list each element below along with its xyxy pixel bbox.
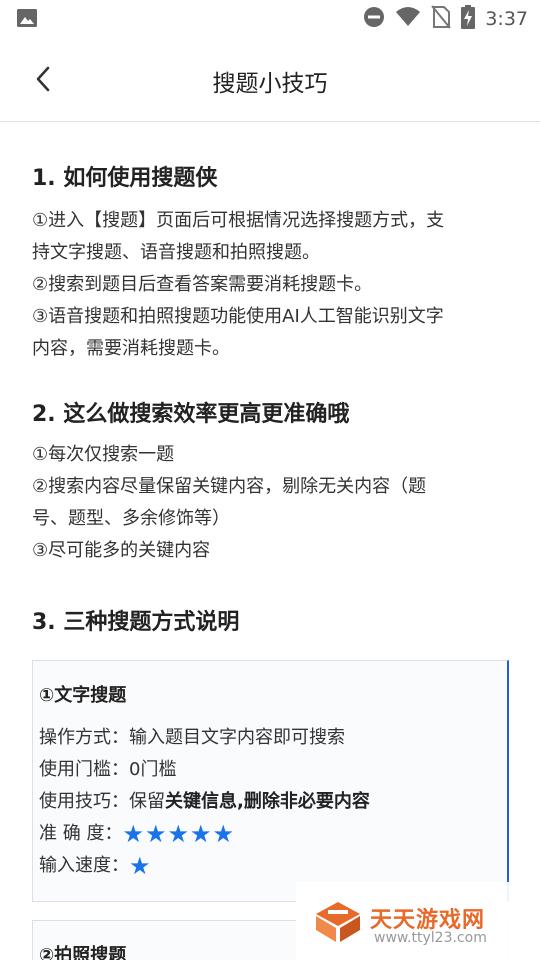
star-rating-icon: ★ — [129, 852, 152, 880]
text-line: ①每次仅搜索一题 — [32, 444, 175, 465]
page-title: 搜题小技巧 — [212, 71, 328, 97]
text-line: ①进入【搜题】页面后可根据情况选择搜题方式，支 — [32, 210, 445, 231]
watermark-url: www.ttyl23.com — [374, 930, 487, 946]
row-value-plain: 保留 — [129, 791, 165, 812]
row-key: 使用技巧： — [39, 791, 129, 812]
text-line: ③尽可能多的关键内容 — [32, 540, 211, 561]
card-row-threshold: 使用门槛：0门槛 — [39, 755, 176, 785]
section-usage-text: ①进入【搜题】页面后可根据情况选择搜题方式，支 持文字搜题、语音搜题和拍照搜题。… — [32, 205, 512, 365]
section-title-efficiency: 2. 这么做搜索效率更高更准确哦 — [32, 402, 350, 427]
row-key: 操作方式： — [39, 727, 129, 748]
card-title: ②拍照搜题 — [39, 945, 127, 960]
wifi-icon — [395, 6, 421, 32]
text-line: 号、题型、多余修饰等） — [32, 508, 230, 529]
card-row-tips: 使用技巧：保留关键信息,删除非必要内容 — [39, 787, 370, 817]
section-title-methods: 3. 三种搜题方式说明 — [32, 610, 240, 635]
card-title: ①文字搜题 — [39, 685, 127, 706]
card-row-accuracy: 准 确 度：★★★★★ — [39, 819, 235, 849]
text-search-card: ①文字搜题 操作方式：输入题目文字内容即可搜索 使用门槛：0门槛 使用技巧：保留… — [32, 660, 509, 902]
row-value: 输入题目文字内容即可搜索 — [129, 727, 345, 748]
row-key: 准 确 度： — [39, 823, 123, 844]
row-value-bold: 关键信息,删除非必要内容 — [165, 791, 370, 812]
watermark-logo-icon — [314, 900, 362, 944]
row-value: 0门槛 — [129, 759, 177, 780]
do-not-disturb-icon — [363, 6, 385, 32]
image-icon — [16, 8, 38, 28]
row-key: 输入速度： — [39, 855, 129, 876]
battery-charging-icon — [461, 5, 476, 33]
no-sim-icon — [431, 5, 452, 33]
text-line: ②搜索到题目后查看答案需要消耗搜题卡。 — [32, 274, 373, 295]
clock-time: 3:37 — [485, 8, 528, 30]
text-line: 内容，需要消耗搜题卡。 — [32, 338, 230, 359]
star-rating-icon: ★★★★★ — [122, 820, 236, 848]
status-icons: 3:37 — [363, 5, 528, 33]
text-line: 持文字搜题、语音搜题和拍照搜题。 — [32, 242, 320, 263]
section-title-usage: 1. 如何使用搜题侠 — [32, 166, 218, 191]
watermark: 天天游戏网 www.ttyl23.com — [296, 882, 540, 960]
row-value: 保留关键信息,删除非必要内容 — [129, 791, 370, 812]
row-key: 使用门槛： — [39, 759, 129, 780]
tips-content[interactable]: 1. 如何使用搜题侠 ①进入【搜题】页面后可根据情况选择搜题方式，支 持文字搜题… — [0, 122, 540, 960]
text-line: ③语音搜题和拍照搜题功能使用AI人工智能识别文字 — [32, 306, 444, 327]
card-row-speed: 输入速度：★ — [39, 851, 152, 881]
status-bar: 3:37 — [0, 0, 540, 38]
card-row-operation: 操作方式：输入题目文字内容即可搜索 — [39, 723, 345, 753]
app-header: 搜题小技巧 — [0, 38, 540, 122]
section-efficiency-text: ①每次仅搜索一题 ②搜索内容尽量保留关键内容，剔除无关内容（题 号、题型、多余修… — [32, 439, 512, 567]
text-line: ②搜索内容尽量保留关键内容，剔除无关内容（题 — [32, 476, 427, 497]
